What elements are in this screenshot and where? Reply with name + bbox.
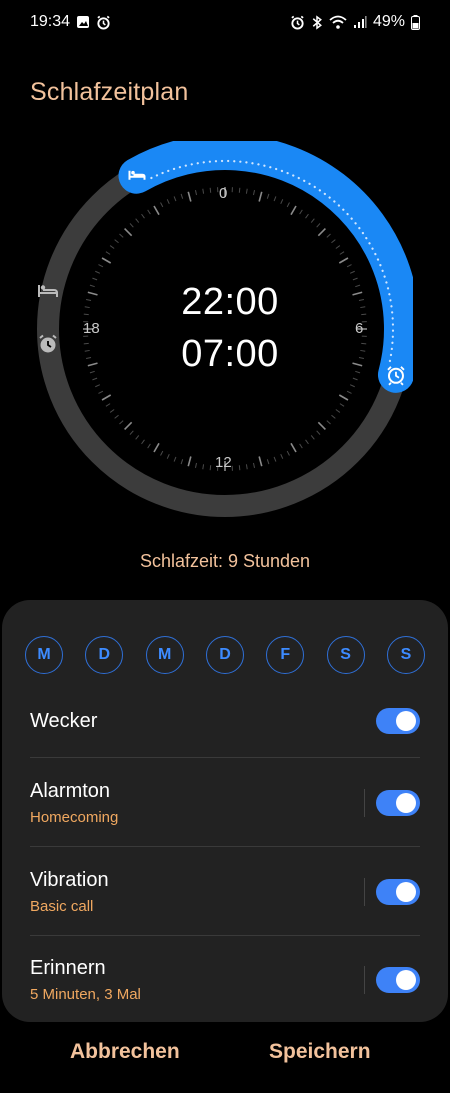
- status-bar: 19:34 49%: [0, 0, 450, 44]
- sleep-duration: Schlafzeit: 9 Stunden: [139, 551, 311, 571]
- day-sunday[interactable]: S: [386, 636, 425, 674]
- day-wednesday[interactable]: M: [145, 636, 184, 674]
- waketime-value[interactable]: 07:00: [181, 333, 279, 376]
- toggle-knob: [396, 793, 416, 813]
- bedtime-value[interactable]: 22:00: [181, 281, 279, 324]
- divider: [30, 846, 420, 847]
- day-friday[interactable]: F: [266, 636, 305, 674]
- status-left: 19:34: [30, 13, 111, 31]
- setting-alarmton-title: Alarmton: [30, 780, 111, 802]
- divider: [30, 757, 420, 758]
- vertical-separator: [364, 789, 365, 817]
- vertical-separator: [364, 966, 365, 994]
- waketime-row: 07:00: [37, 333, 413, 376]
- vertical-separator: [364, 878, 365, 906]
- bottom-bar: Abbrechen Speichern: [0, 1040, 450, 1080]
- day-selector: M D M D F S S: [25, 636, 425, 674]
- dial-label-12: 12: [215, 454, 232, 471]
- setting-wecker[interactable]: Wecker: [30, 706, 420, 736]
- setting-erinnern[interactable]: Erinnern 5 Minuten, 3 Mal: [30, 955, 420, 1005]
- setting-erinnern-value: 5 Minuten, 3 Mal: [30, 986, 141, 1003]
- toggle-knob: [396, 711, 416, 731]
- setting-alarmton-value: Homecoming: [30, 809, 119, 826]
- setting-vibration-value: Basic call: [30, 898, 94, 915]
- dial-label-0: 0: [219, 185, 228, 202]
- wecker-toggle[interactable]: [376, 708, 420, 734]
- sleep-schedule-dial[interactable]: 0 6 12 18 22:00 07:00: [37, 141, 413, 517]
- day-monday[interactable]: M: [25, 636, 63, 674]
- status-time: 19:34: [30, 13, 71, 30]
- toggle-knob: [396, 882, 416, 902]
- image-icon: [76, 15, 90, 29]
- cancel-button[interactable]: Abbrechen: [70, 1040, 180, 1064]
- dial-tick: [209, 187, 212, 193]
- alarm-icon: [96, 15, 111, 30]
- toggle-knob: [396, 970, 416, 990]
- day-thursday[interactable]: D: [205, 636, 244, 674]
- settings-card: M D M D F S S Wecker Alarmton Homecoming…: [2, 600, 448, 1022]
- bluetooth-icon: [311, 14, 323, 30]
- bedtime-row: 22:00: [37, 281, 413, 324]
- dial-tick: [209, 465, 212, 471]
- alarm-icon: [290, 15, 305, 30]
- setting-vibration[interactable]: Vibration Basic call: [30, 867, 420, 917]
- setting-erinnern-title: Erinnern: [30, 957, 106, 979]
- day-saturday[interactable]: S: [326, 636, 365, 674]
- setting-vibration-title: Vibration: [30, 869, 109, 891]
- save-button[interactable]: Speichern: [269, 1040, 371, 1064]
- dial-tick: [238, 187, 241, 193]
- setting-wecker-title: Wecker: [30, 709, 98, 732]
- page-title: Schlafzeitplan: [30, 78, 189, 106]
- battery-percent: 49%: [372, 13, 405, 30]
- vibration-toggle[interactable]: [376, 879, 420, 905]
- day-tuesday[interactable]: D: [85, 636, 124, 674]
- wifi-icon: [329, 15, 347, 30]
- signal-icon: [353, 15, 367, 29]
- erinnern-toggle[interactable]: [376, 967, 420, 993]
- divider: [30, 935, 420, 936]
- dial-tick: [238, 465, 241, 471]
- battery-icon: [411, 14, 420, 30]
- status-right: 49%: [290, 13, 420, 31]
- alarmton-toggle[interactable]: [376, 790, 420, 816]
- setting-alarmton[interactable]: Alarmton Homecoming: [30, 778, 420, 828]
